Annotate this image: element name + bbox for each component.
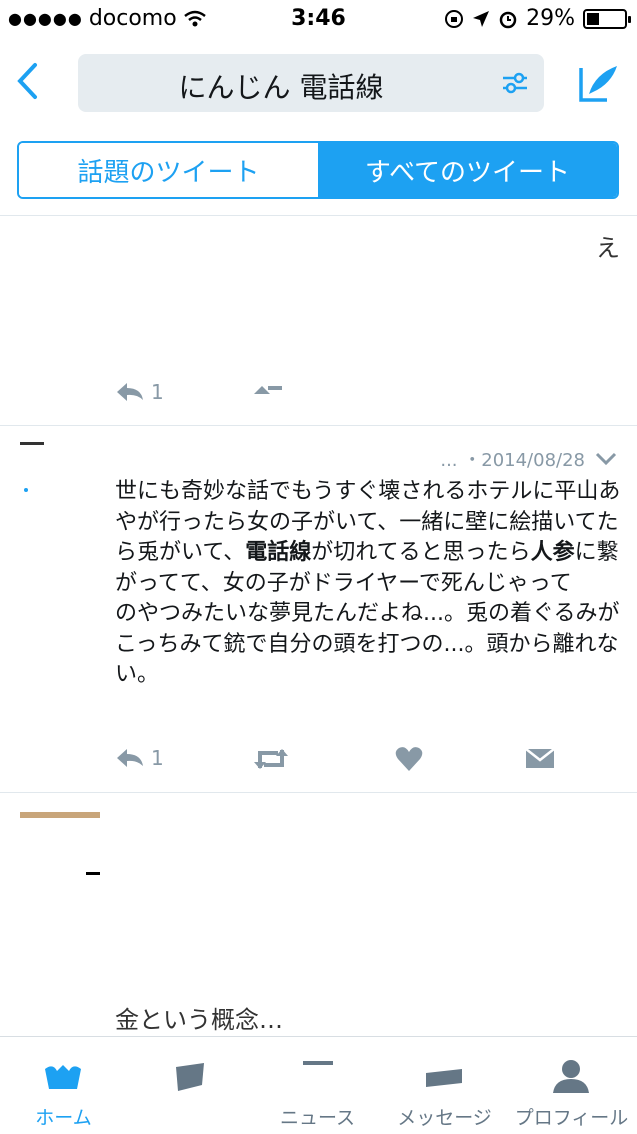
retweet-icon: [254, 749, 288, 769]
reply-icon: [117, 749, 143, 767]
heart-icon: [395, 747, 423, 771]
tweet-meta: ... ・2014/08/28: [440, 446, 617, 472]
reply-count: 1: [151, 746, 164, 770]
battery-icon: [583, 8, 631, 29]
profile-icon: [553, 1060, 589, 1093]
news-icon: [303, 1061, 333, 1065]
tab-all-tweets[interactable]: すべてのツイート: [318, 143, 617, 197]
reply-count: 1: [151, 380, 164, 404]
direct-message-button[interactable]: [525, 746, 555, 770]
reply-button[interactable]: 1: [115, 380, 164, 404]
tweet-date: ... ・2014/08/28: [440, 450, 585, 471]
avatar: [20, 812, 100, 818]
battery-percent: 29%: [526, 6, 575, 31]
list-divider: [0, 792, 637, 793]
tweet-fragment: え: [596, 234, 620, 262]
notifications-icon: [176, 1063, 204, 1091]
retweet-icon: [254, 386, 282, 394]
list-divider: [0, 215, 637, 216]
alarm-icon: [499, 11, 517, 28]
location-icon: [473, 10, 490, 27]
retweet-button[interactable]: [250, 380, 290, 400]
tab-news[interactable]: ニュース: [254, 1037, 381, 1134]
like-button[interactable]: [395, 746, 423, 772]
chevron-left-icon: [17, 63, 37, 99]
rotation-lock-icon: [445, 9, 464, 28]
reply-button[interactable]: 1: [115, 746, 164, 770]
avatar-mark: [24, 488, 28, 492]
envelope-icon: [525, 748, 555, 768]
home-icon: [45, 1065, 81, 1089]
compose-tweet-icon[interactable]: [575, 62, 619, 106]
status-bar: ●●●●● docomo 3:46 29%: [0, 0, 637, 40]
tweet-text: 世にも奇妙な話でもうすぐ壊されるホテルに平山あやが行ったら女の子がいて、一緒に壁…: [115, 479, 621, 687]
tab-top-tweets[interactable]: 話題のツイート: [19, 143, 318, 197]
list-divider: [0, 425, 637, 426]
tweet-fragment-mark: [86, 872, 100, 875]
tweet-fragment: 金という概念…: [115, 1006, 283, 1034]
tab-profile[interactable]: プロフィール: [508, 1037, 635, 1134]
search-field[interactable]: にんじん 電話線: [78, 54, 544, 112]
avatar: [20, 442, 44, 445]
tab-bar: ホーム ニュース メッセージ プロフィール: [0, 1036, 637, 1134]
retweet-button[interactable]: [252, 746, 290, 772]
search-query: にんじん 電話線: [178, 71, 384, 104]
tweet-filter-segment: 話題のツイート すべてのツイート: [17, 141, 619, 199]
chevron-down-icon[interactable]: [595, 452, 617, 466]
tab-notifications[interactable]: [127, 1037, 254, 1134]
messages-icon: [426, 1069, 462, 1087]
tab-messages[interactable]: メッセージ: [381, 1037, 508, 1134]
filter-icon[interactable]: [500, 68, 530, 98]
back-button[interactable]: [12, 58, 42, 104]
tab-home[interactable]: ホーム: [0, 1037, 127, 1134]
nav-bar: にんじん 電話線: [0, 44, 637, 120]
reply-icon: [117, 383, 143, 401]
